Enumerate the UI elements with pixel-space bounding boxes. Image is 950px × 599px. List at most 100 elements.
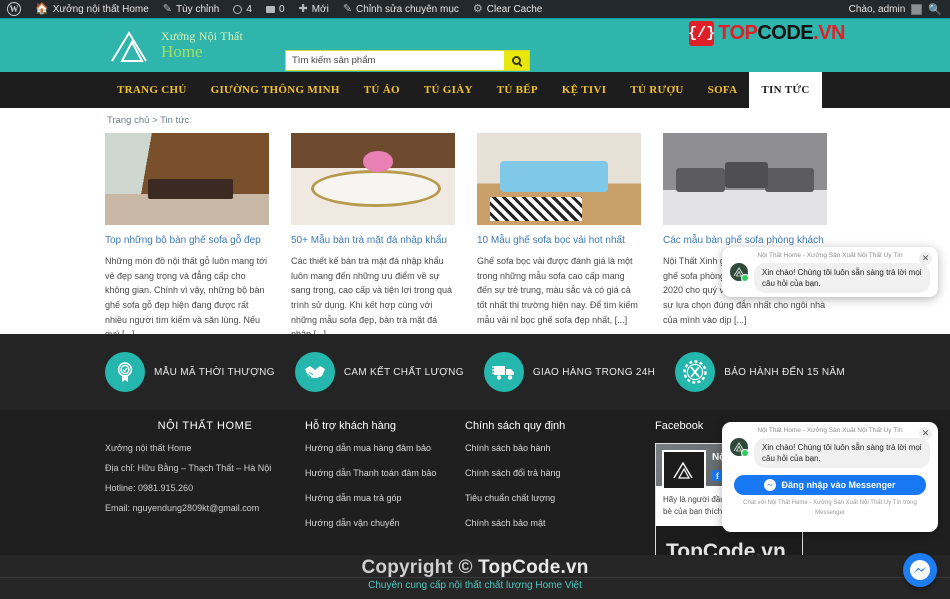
post-card: Top những bộ bàn ghế sofa gỗ đẹp Những m…: [105, 133, 269, 342]
post-excerpt: Những món đồ nội thất gỗ luôn mang tới v…: [105, 256, 268, 339]
wordpress-menu-button[interactable]: W: [0, 0, 28, 19]
search-box: [285, 50, 530, 71]
main-content: Trang chủ > Tin tức Top những bộ bàn ghế…: [0, 108, 950, 339]
adminbar-item-label: Clear Cache: [486, 3, 543, 15]
edit-icon: ✎: [342, 2, 353, 15]
site-header: Xưởng Nội Thất Home {/} TOPCODE.VN: [0, 19, 950, 72]
copyright-prefix: Copyright ©: [361, 557, 479, 578]
nav-item-sofa[interactable]: SOFA: [696, 72, 750, 108]
footer-link[interactable]: Chính sách bảo hành: [465, 443, 655, 453]
topcode-watermark-logo: {/} TOPCODE.VN: [688, 21, 845, 46]
avatar-icon[interactable]: [911, 3, 923, 15]
nav-item-giuong-thong-minh[interactable]: GIƯỜNG THÔNG MINH: [199, 72, 352, 108]
pencil-icon: ✎: [162, 2, 173, 15]
nav-item-ke-tivi[interactable]: KỆ TIVI: [550, 72, 618, 108]
handshake-icon: [294, 352, 335, 392]
post-excerpt: Ghế sofa bọc vải được đánh giá là một tr…: [477, 256, 638, 325]
post-title-link[interactable]: 50+ Mẫu bàn trà mặt đá nhập khẩu: [291, 234, 455, 247]
site-logo[interactable]: Xưởng Nội Thất Home: [109, 29, 243, 63]
adminbar-item-label: 4: [246, 3, 252, 15]
feature-label: MẪU MÃ THỜI THƯỢNG: [154, 366, 275, 378]
copyright-bar: Copyright © TopCode.vn Chuyên cung cấp n…: [0, 555, 950, 599]
footer-link[interactable]: Hướng dẫn mua hàng đảm bảo: [305, 443, 465, 453]
copyright-text: Copyright © TopCode.vn: [0, 555, 950, 579]
adminbar-item-label: 0: [278, 3, 285, 15]
wp-admin-bar: W 🏠 Xưởng nội thất Home ✎ Tùy chỉnh 4 0 …: [0, 0, 950, 19]
post-grid: Top những bộ bàn ghế sofa gỗ đẹp Những m…: [105, 133, 845, 342]
post-thumbnail[interactable]: [291, 133, 455, 225]
post-title-link[interactable]: Top những bộ bàn ghế sofa gỗ đẹp: [105, 234, 269, 247]
footer-column-title: NỘI THẤT HOME: [157, 420, 253, 432]
adminbar-item-customize[interactable]: ✎ Tùy chỉnh: [156, 0, 227, 19]
search-input[interactable]: [286, 51, 504, 70]
facebook-page-avatar: [662, 450, 706, 490]
post-excerpt: Các thiết kế bàn trà mặt đá nhập khẩu lu…: [291, 256, 453, 339]
nav-item-tu-bep[interactable]: TỦ BẾP: [485, 72, 550, 108]
messenger-greeting-popup-top: Nội Thất Home - Xưởng Sản Xuất Nội Thất …: [722, 247, 938, 297]
topcode-text-top: TOP: [718, 22, 758, 44]
search-icon: [512, 56, 521, 65]
topcode-badge-icon: {/}: [688, 21, 715, 46]
gear-wrench-icon: [675, 352, 716, 392]
nav-item-trang-chu[interactable]: TRANG CHỦ: [105, 72, 199, 108]
messenger-login-label: Đăng nhập vào Messenger: [781, 480, 896, 491]
post-thumbnail[interactable]: [477, 133, 641, 225]
footer-link[interactable]: Hướng dẫn vận chuyển: [305, 518, 465, 528]
post-card: 50+ Mẫu bàn trà mặt đá nhập khẩu Các thi…: [291, 133, 455, 342]
post-thumbnail[interactable]: [663, 133, 827, 225]
comment-icon: [265, 5, 275, 13]
feature-label: CAM KẾT CHẤT LƯỢNG: [343, 366, 464, 378]
feature-label: BẢO HÀNH ĐẾN 15 NĂM: [724, 366, 845, 378]
adminbar-greeting[interactable]: Chào, admin: [849, 4, 906, 15]
messenger-popup-message: Xin chào! Chúng tôi luôn sẵn sàng trả lờ…: [754, 438, 930, 469]
close-icon[interactable]: ✕: [919, 427, 932, 440]
logo-line-2: Home: [161, 41, 203, 61]
messenger-login-button[interactable]: Đăng nhập vào Messenger: [734, 475, 926, 496]
post-title-link[interactable]: 10 Mẫu ghế sofa bọc vải hot nhất: [477, 234, 641, 247]
nav-item-tu-ruou[interactable]: TỦ RƯỢU: [618, 72, 695, 108]
footer-link[interactable]: Hướng dẫn Thanh toán đảm bảo: [305, 468, 465, 478]
messenger-login-popup: Nội Thất Home - Xưởng Sản Xuất Nội Thất …: [722, 422, 938, 532]
copyright-brand: TopCode.vn: [478, 557, 589, 578]
adminbar-item-label: Mới: [311, 3, 329, 15]
adminbar-item-edit-category[interactable]: ✎ Chỉnh sửa chuyên mục: [336, 0, 466, 19]
nav-item-tu-ao[interactable]: TỦ ÁO: [352, 72, 412, 108]
feature-item: CAM KẾT CHẤT LƯỢNG: [294, 352, 464, 392]
footer-link[interactable]: Chính sách bảo mật: [465, 518, 655, 528]
adminbar-item-site[interactable]: 🏠 Xưởng nội thất Home: [28, 0, 156, 19]
adminbar-item-comments[interactable]: 0: [259, 0, 292, 19]
page-avatar-icon: [730, 263, 749, 282]
nav-item-tu-giay[interactable]: TỦ GIÀY: [412, 72, 485, 108]
breadcrumb[interactable]: Trang chủ > Tin tức: [105, 112, 845, 133]
adminbar-item-updates[interactable]: 4: [226, 0, 259, 19]
post-title-link[interactable]: Các mẫu bàn ghế sofa phòng khách: [663, 234, 827, 247]
search-button[interactable]: [504, 51, 529, 70]
messenger-icon: [764, 479, 777, 492]
messenger-floating-button[interactable]: [903, 553, 937, 587]
messenger-popup-header: Nội Thất Home - Xưởng Sản Xuất Nội Thất …: [757, 252, 903, 259]
close-icon[interactable]: ✕: [919, 252, 932, 265]
feature-item: GIAO HÀNG TRONG 24H: [483, 352, 655, 392]
topcode-text-code: CODE: [757, 22, 814, 44]
post-thumbnail[interactable]: [105, 133, 269, 225]
footer-column-policy: Chính sách quy định Chính sách bảo hành …: [465, 420, 655, 561]
search-icon[interactable]: 🔍: [928, 3, 942, 16]
footer-link[interactable]: Chính sách đổi trả hàng: [465, 468, 655, 478]
adminbar-item-new[interactable]: ✚ Mới: [292, 0, 336, 19]
nav-item-tin-tuc[interactable]: TIN TỨC: [749, 72, 822, 108]
footer-link[interactable]: Hướng dẫn mua trả góp: [305, 493, 465, 503]
feature-item: MẪU MÃ THỜI THƯỢNG: [105, 352, 275, 392]
adminbar-item-clear-cache[interactable]: ⚙ Clear Cache: [466, 0, 549, 19]
topcode-text-vn: .VN: [813, 22, 845, 44]
badge-check-icon: [105, 352, 145, 392]
page-avatar-icon: [730, 438, 749, 457]
mountain-logo-icon: [109, 29, 155, 63]
main-navigation: TRANG CHỦ GIƯỜNG THÔNG MINH TỦ ÁO TỦ GIÀ…: [0, 72, 950, 108]
adminbar-item-label: Tùy chỉnh: [176, 3, 220, 15]
post-card: Các mẫu bàn ghế sofa phòng khách Nội Thấ…: [663, 133, 827, 342]
footer-link[interactable]: Tiêu chuẩn chất lượng: [465, 493, 655, 503]
home-icon: 🏠: [35, 2, 49, 15]
messenger-popup-footer: Chat với Nội Thất Home - Xưởng Sản Xuất …: [743, 500, 917, 516]
adminbar-item-label: Chỉnh sửa chuyên mục: [356, 3, 459, 15]
messenger-icon: [910, 560, 930, 580]
